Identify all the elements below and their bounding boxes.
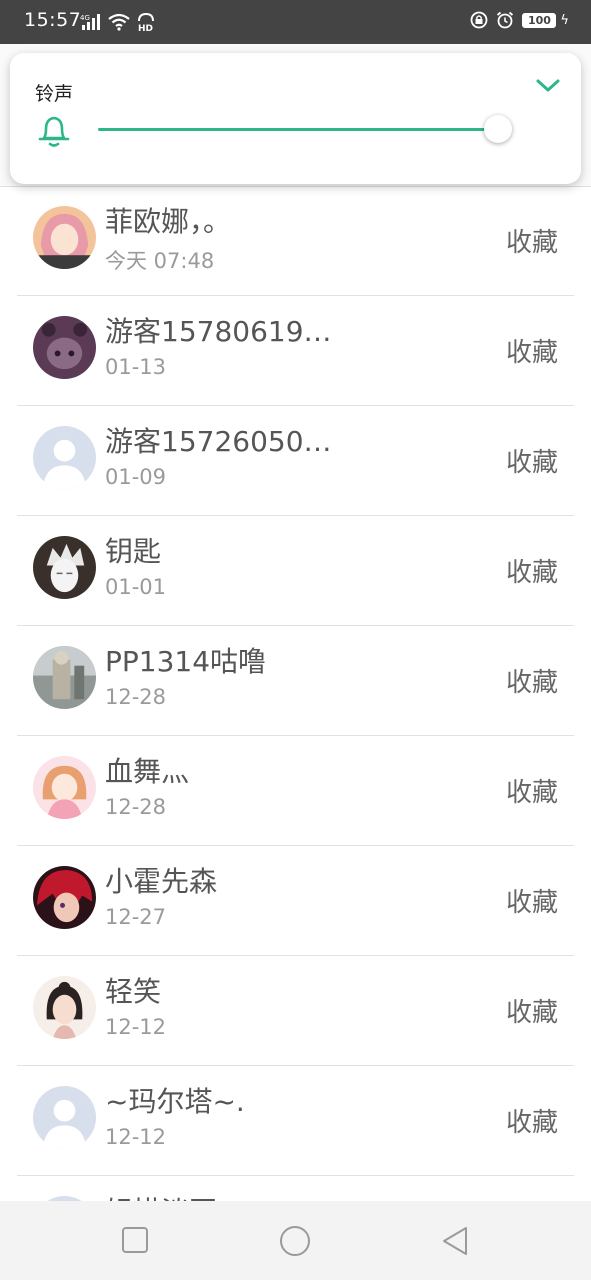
avatar[interactable]: [33, 206, 96, 269]
battery-indicator: 100: [522, 12, 557, 28]
user-name: 血舞灬: [105, 755, 190, 788]
cellular-signal-icon: 4G: [80, 14, 100, 30]
list-item[interactable]: 游客15726050… 01-09 收藏: [17, 406, 574, 516]
follow-date: 12-12: [105, 1015, 167, 1039]
list-item[interactable]: 轻描淡写 收藏: [17, 1176, 574, 1201]
list-item[interactable]: 钥匙 01-01 收藏: [17, 516, 574, 626]
avatar[interactable]: [33, 316, 96, 379]
favorite-button[interactable]: 收藏: [506, 442, 558, 479]
list-item[interactable]: 游客15780619… 01-13 收藏: [17, 296, 574, 406]
chevron-down-icon[interactable]: [535, 77, 561, 95]
svg-text:4G: 4G: [80, 14, 90, 22]
list-item[interactable]: ~玛尔塔~. 12-12 收藏: [17, 1066, 574, 1176]
user-name: ~玛尔塔~.: [105, 1085, 245, 1118]
avatar[interactable]: [33, 866, 96, 929]
follow-date: 12-12: [105, 1125, 167, 1149]
status-bar: 15:57 4G HD 100 ϟ: [0, 0, 591, 44]
alarm-icon: [497, 11, 514, 29]
navigation-bar: [0, 1201, 591, 1280]
fans-list: 菲欧娜，。 今天 07:48 收藏 游客15780619… 01-13 收藏 游…: [0, 186, 591, 1201]
wifi-icon: [108, 13, 130, 31]
avatar[interactable]: [33, 426, 96, 489]
status-right-icons: 100 ϟ: [470, 11, 569, 29]
user-name: 轻描淡写: [105, 1190, 217, 1201]
user-name: PP1314咕噜: [105, 645, 267, 678]
charging-icon: ϟ: [560, 12, 569, 28]
list-item[interactable]: 轻笑 12-12 收藏: [17, 956, 574, 1066]
favorite-button[interactable]: 收藏: [506, 552, 558, 589]
follow-date: 12-28: [105, 685, 167, 709]
status-time: 15:57: [24, 9, 82, 31]
follow-date: 12-28: [105, 795, 167, 819]
favorite-button[interactable]: 收藏: [506, 992, 558, 1029]
circle-home-icon[interactable]: [279, 1225, 311, 1257]
lock-rotation-icon: [471, 11, 488, 29]
favorite-button[interactable]: 收藏: [506, 222, 558, 259]
favorite-button[interactable]: 收藏: [506, 772, 558, 809]
avatar[interactable]: [33, 536, 96, 599]
avatar[interactable]: [33, 756, 96, 819]
bell-icon[interactable]: [37, 113, 71, 149]
user-name: 小霍先森: [105, 865, 218, 898]
user-name: 钥匙: [105, 535, 162, 568]
follow-date: 12-27: [105, 905, 167, 929]
user-name: 游客15726050…: [105, 425, 332, 458]
volume-slider[interactable]: [98, 115, 512, 143]
follow-date: 01-13: [105, 355, 167, 379]
follow-date: 01-09: [105, 465, 167, 489]
status-left-icons: 4G HD: [80, 12, 156, 32]
follow-date: 今天 07:48: [105, 249, 215, 273]
triangle-back-icon[interactable]: [440, 1225, 470, 1257]
battery-level: 100: [527, 13, 551, 27]
favorite-button[interactable]: 收藏: [506, 662, 558, 699]
user-name: 菲欧娜，。: [105, 205, 232, 238]
volume-slider-thumb[interactable]: [484, 115, 512, 143]
follow-date: 01-01: [105, 575, 167, 599]
volume-slider-fill: [98, 128, 498, 131]
list-item[interactable]: PP1314咕噜 12-28 收藏: [17, 626, 574, 736]
list-item[interactable]: 菲欧娜，。 今天 07:48 收藏: [17, 186, 574, 296]
svg-text:HD: HD: [138, 24, 153, 32]
volume-panel-title: 铃声: [35, 83, 74, 105]
list-item[interactable]: 血舞灬 12-28 收藏: [17, 736, 574, 846]
square-recents-icon[interactable]: [121, 1225, 149, 1255]
avatar[interactable]: [33, 976, 96, 1039]
user-name: 轻笑: [105, 975, 162, 1008]
favorite-button[interactable]: 收藏: [506, 882, 558, 919]
user-name: 游客15780619…: [105, 315, 332, 348]
hd-voice-icon: HD: [138, 12, 154, 32]
avatar[interactable]: [33, 1086, 96, 1149]
favorite-button[interactable]: 收藏: [506, 332, 558, 369]
favorite-button[interactable]: 收藏: [506, 1102, 558, 1139]
volume-panel: 铃声: [10, 53, 581, 184]
list-item[interactable]: 小霍先森 12-27 收藏: [17, 846, 574, 956]
avatar[interactable]: [33, 646, 96, 709]
